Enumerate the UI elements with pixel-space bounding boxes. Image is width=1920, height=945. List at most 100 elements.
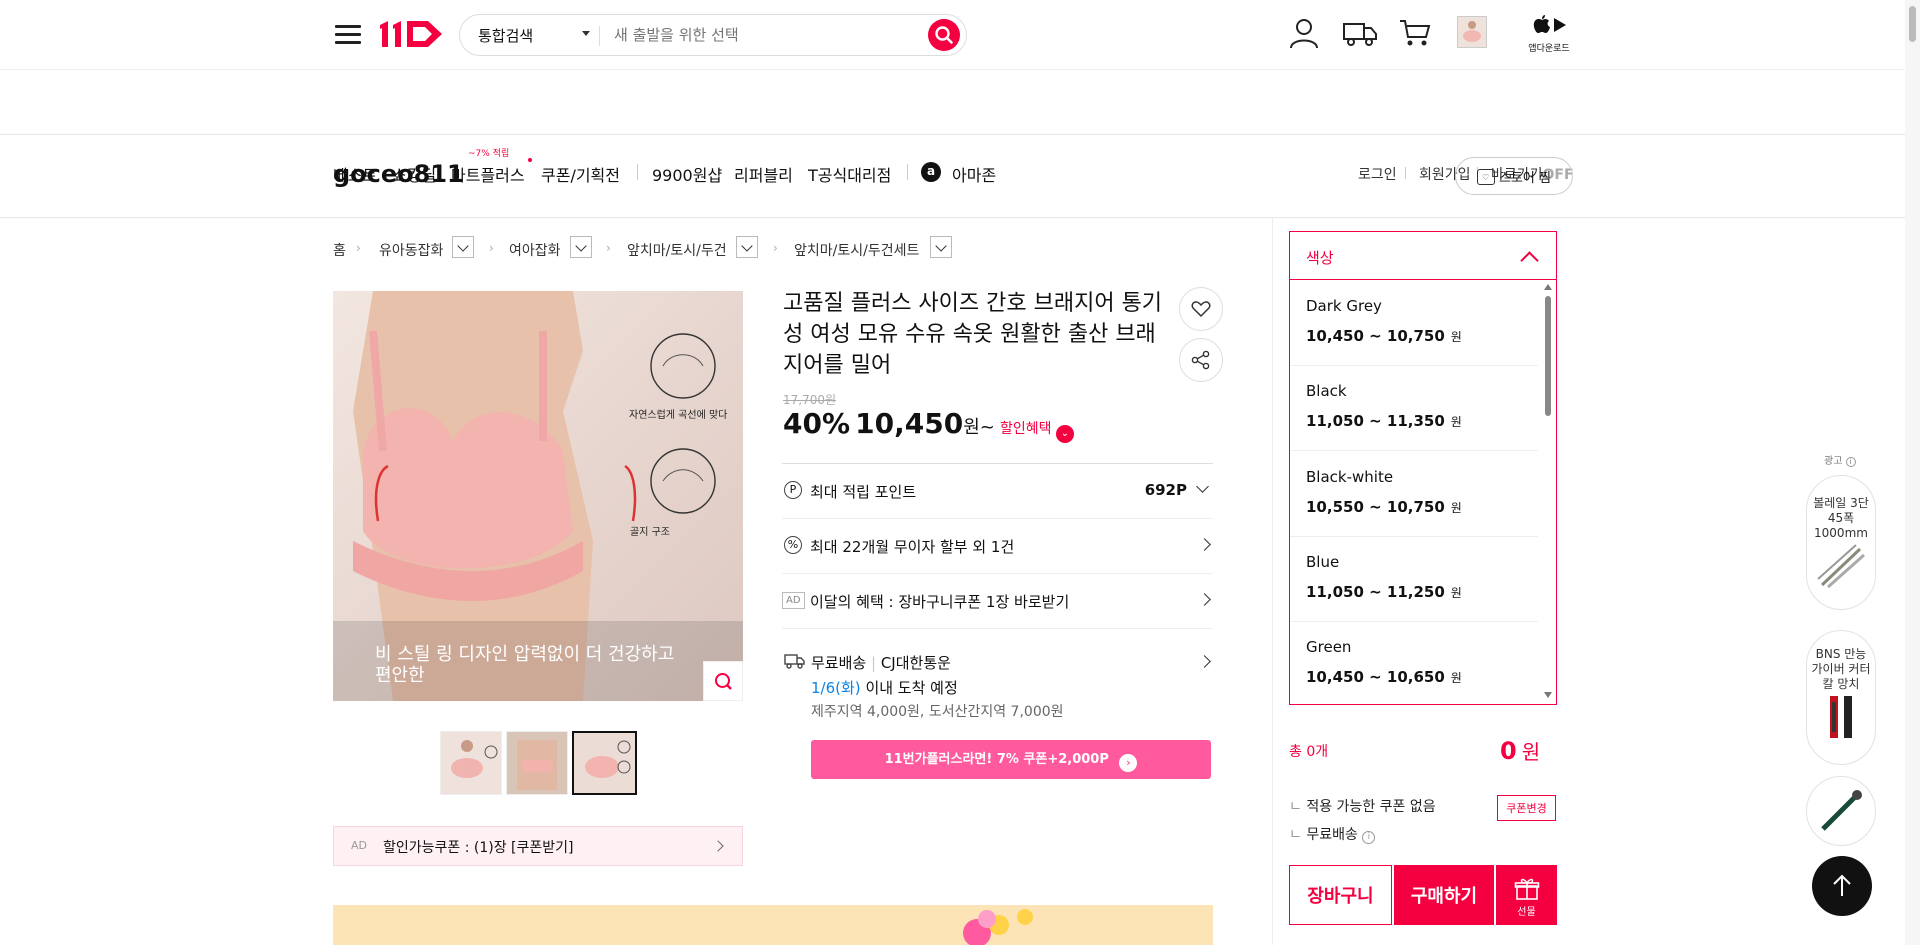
points-label: 최대 적립 포인트 [810,483,917,501]
utility-knife-icon [1830,696,1852,738]
breadcrumb-category-4[interactable]: 앞치마/토시/두건세트 [794,240,919,260]
arrow-up-icon [1833,874,1851,896]
search-input[interactable] [614,23,914,47]
search-category-select[interactable]: 통합검색 [478,25,596,45]
scroll-up-arrow-icon [1544,284,1552,290]
coupon-ad-bar[interactable]: AD 할인가능쿠폰 : (1)장 [쿠폰받기] [333,826,743,866]
buy-now-button[interactable]: 구매하기 [1394,865,1494,925]
thumbnail-2[interactable] [506,731,568,795]
coupon-change-button[interactable]: 쿠폰변경 [1497,795,1556,821]
option-price-value: 10,550 ~ 10,750 [1306,498,1445,516]
my-page-icon[interactable] [1288,16,1320,50]
discount-benefit-link[interactable]: 할인혜택 ⌄ [1000,421,1074,443]
breadcrumb-dropdown-1[interactable] [452,236,474,258]
page-scrollbar[interactable] [1905,0,1920,945]
rail-product-icon [1817,544,1865,589]
breadcrumb-dropdown-4[interactable] [930,236,952,258]
product-main-image[interactable]: 자연스럽게 곡선에 맞다 골지 구조 비 스틸 링 디자인 압력없이 더 건강하… [333,291,743,701]
promo-banner[interactable] [333,905,1213,945]
cart-shipping-text: 무료배송 [1306,827,1358,843]
breadcrumb-chevron-icon: › [773,241,778,255]
side-ad-1[interactable]: 볼레일 3단 45폭 1000mm [1806,475,1876,610]
share-button[interactable] [1179,338,1223,382]
option-name: Blue [1306,553,1340,571]
product-title: 고품질 플러스 사이즈 간호 브래지어 통기성 여성 모유 수유 속옷 원활한 … [783,291,1163,378]
wishlist-button[interactable] [1179,287,1223,331]
coupon-ad-text: 할인가능쿠폰 : (1)장 [쿠폰받기] [383,840,574,856]
side-ad-2-text: BNS 만능 가이버 커터칼 망치 [1811,647,1871,691]
total-price: 0 원 [1500,736,1540,765]
option-item[interactable]: Dark Grey 10,450 ~ 10,750 원 [1290,281,1538,366]
breadcrumb-category-2[interactable]: 여아잡화 [509,240,561,260]
search-divider [599,26,600,46]
menu-icon[interactable] [335,20,363,48]
tree-branch-icon: ㄴ [1289,799,1302,815]
thumbnail-3-selected[interactable] [572,731,637,795]
option-item[interactable]: Blue 11,050 ~ 11,250 원 [1290,537,1538,622]
cart-icon[interactable] [1398,18,1432,48]
option-item[interactable]: Black 11,050 ~ 11,350 원 [1290,366,1538,451]
scrollbar-thumb[interactable] [1545,296,1551,416]
ad-badge: AD [782,592,805,609]
logo[interactable] [376,17,448,51]
side-ad-1-text: 볼레일 3단 45폭 1000mm [1813,496,1869,540]
chevron-right-icon [1198,538,1211,551]
scroll-to-top-button[interactable] [1812,856,1872,916]
breadcrumb-category-3[interactable]: 앞치마/토시/두건 [627,240,727,260]
option-currency: 원 [1450,415,1462,429]
breadcrumb-dropdown-3[interactable] [736,236,758,258]
store-follow-button[interactable]: ♡ 스토어 찜 [1455,157,1573,195]
breadcrumb-dropdown-2[interactable] [570,236,592,258]
zoom-button[interactable] [703,661,743,701]
gift-button[interactable]: 선물 [1496,865,1557,925]
search-button[interactable] [928,19,960,51]
option-item[interactable]: Green 10,450 ~ 10,650 원 [1290,622,1538,707]
side-ad-2[interactable]: BNS 만능 가이버 커터칼 망치 [1806,630,1876,765]
store-name[interactable]: goceo811 [333,160,464,188]
shipping-info[interactable]: 무료배송 | CJ대한통운 1/6(화) 이내 도착 예정 제주지역 4,000… [782,629,1213,729]
arrival-text: 이내 도착 예정 [865,679,958,697]
option-header[interactable]: 색상 [1290,232,1556,280]
discount-rate: 40% [783,407,851,440]
option-item[interactable]: Black-white 10,550 ~ 10,750 원 [1290,452,1538,537]
point-icon: P [784,481,802,499]
chevron-up-icon [1520,251,1539,270]
option-header-label: 색상 [1306,249,1334,267]
side-ad-3[interactable] [1806,776,1876,846]
column-divider [1272,218,1273,945]
option-scrollbar[interactable] [1542,282,1554,703]
plus-banner-text: 11번가플러스라면! 7% 쿠폰+2,000P [884,751,1109,767]
extra-shipping-fee: 제주지역 4,000원, 도서산간지역 7,000원 [811,704,1064,720]
delivery-truck-icon[interactable] [1342,18,1378,48]
caret-down-icon [582,31,590,36]
breadcrumb-home[interactable]: 홈 [333,240,346,260]
option-name: Black-white [1306,468,1394,486]
product-thumbnail-icon [1458,17,1486,47]
coupon-status: ㄴ 적용 가능한 쿠폰 없음 [1289,796,1436,816]
option-price: 11,050 ~ 11,250 원 [1306,583,1462,601]
coupon-change-label: 쿠폰변경 [1506,802,1547,815]
image-caption: 비 스틸 링 디자인 압력없이 더 건강하고 편안한 [375,644,675,686]
app-download[interactable]: 앱다운로드 [1526,14,1572,54]
side-ad-label: 광고 i [1824,452,1856,467]
carrier-name: CJ대한통운 [880,654,951,672]
info-icon[interactable]: i [1845,457,1856,467]
monthly-benefit-row[interactable]: AD 이달의 혜택 : 장바구니쿠폰 1장 바로받기 [782,574,1213,629]
product-photo [333,291,743,701]
installment-row[interactable]: % 최대 22개월 무이자 할부 외 1건 [782,519,1213,574]
thumbnail-1[interactable] [440,731,502,795]
points-row[interactable]: P 최대 적립 포인트 692P [782,464,1213,519]
gift-label: 선물 [1517,907,1536,918]
info-icon[interactable]: i [1362,831,1376,844]
page-scrollbar-thumb[interactable] [1909,6,1916,42]
breadcrumb-chevron-icon: › [356,241,361,255]
recent-viewed-thumbnail[interactable] [1457,16,1487,48]
store-heart-icon: ♡ [1477,168,1495,185]
arrival-date: 1/6(화) [811,679,861,697]
breadcrumb-category-1[interactable]: 유아동잡화 [379,240,443,260]
arrival-line: 1/6(화) 이내 도착 예정 [811,677,958,698]
add-to-cart-button[interactable]: 장바구니 [1289,865,1392,925]
image-label-top: 자연스럽게 곡선에 맞다 [629,410,728,421]
total-price-unit: 원 [1521,740,1541,764]
plus-membership-banner[interactable]: 11번가플러스라면! 7% 쿠폰+2,000P › [811,740,1211,779]
